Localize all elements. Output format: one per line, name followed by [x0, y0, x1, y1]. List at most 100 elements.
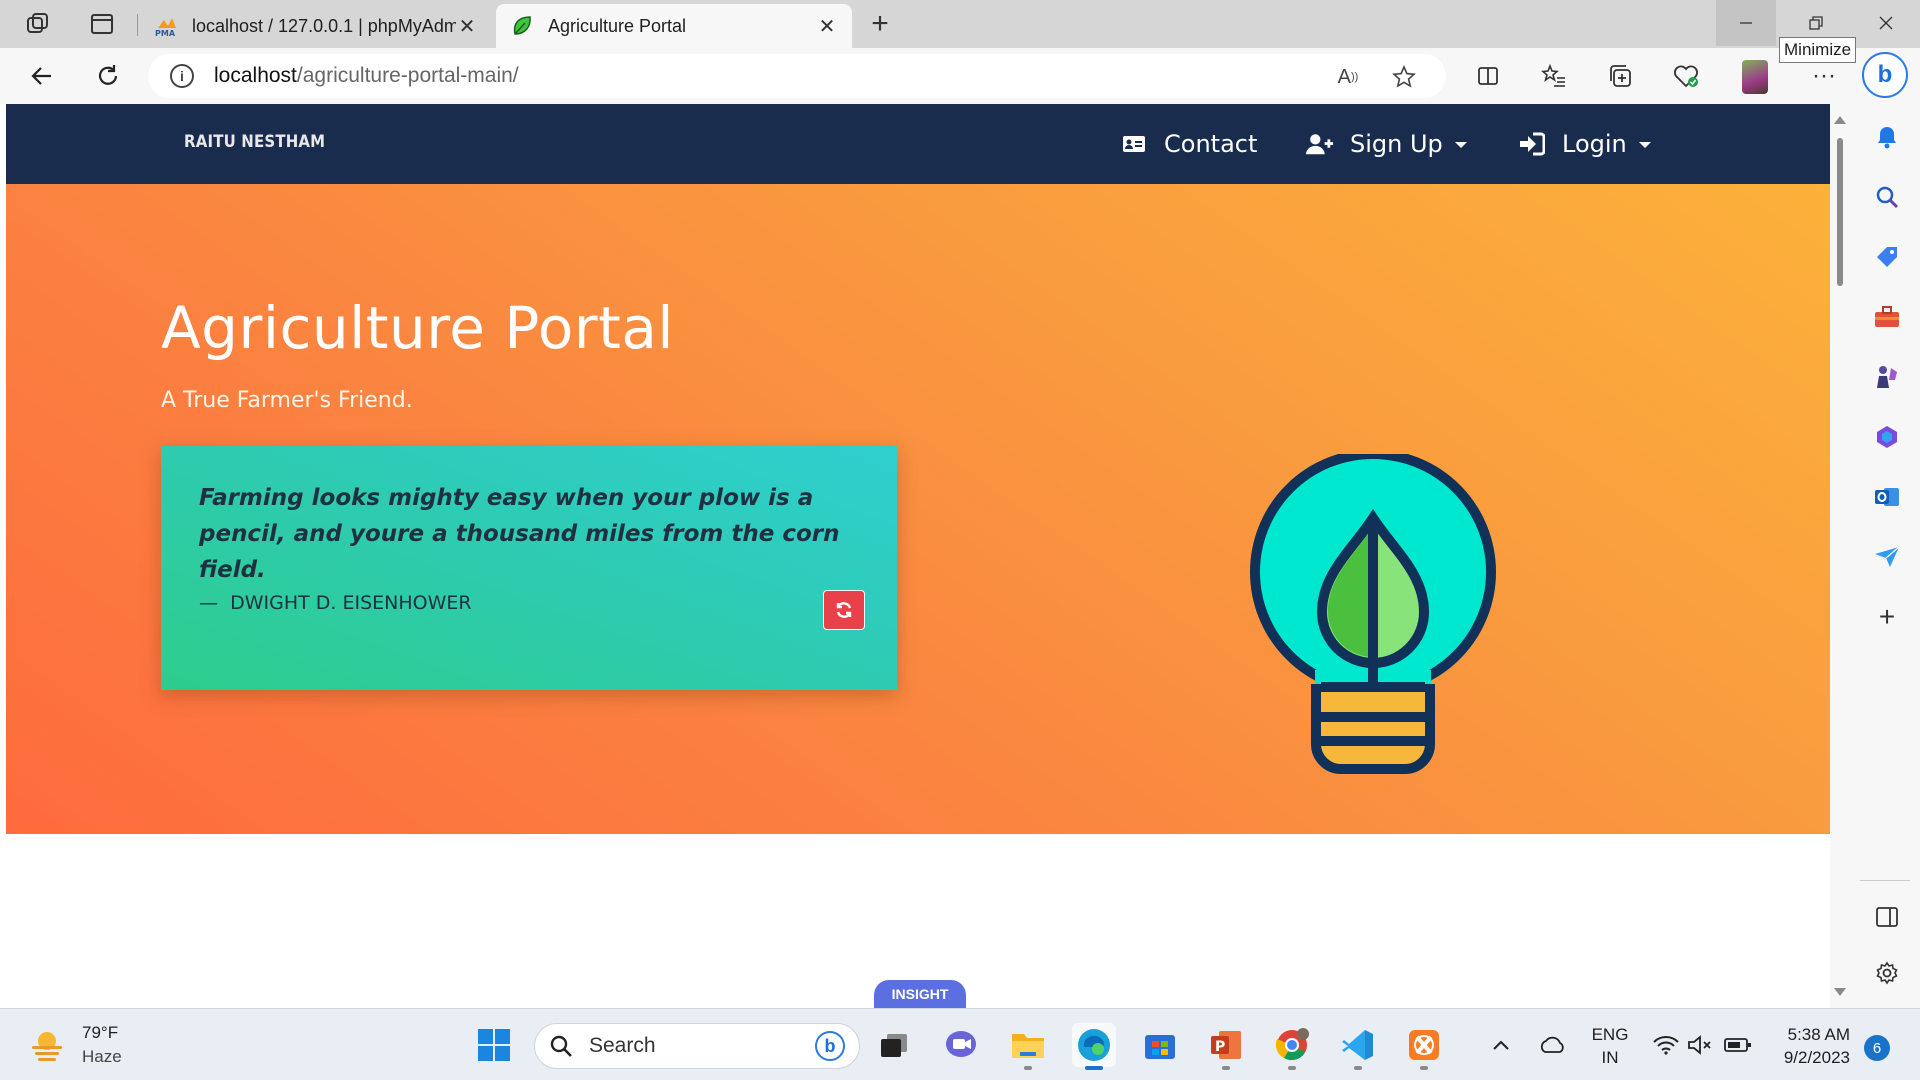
minimize-button[interactable] — [1716, 0, 1776, 46]
close-tab-icon[interactable]: ✕ — [456, 15, 478, 38]
running-indicator — [1354, 1066, 1362, 1070]
lightbulb-leaf-icon — [1250, 454, 1496, 774]
taskbar-search-placeholder: Search — [589, 1034, 656, 1057]
scroll-down-icon[interactable] — [1834, 988, 1846, 996]
nav-login-dropdown[interactable]: Login — [1518, 124, 1651, 164]
site-info-icon[interactable]: i — [170, 64, 194, 88]
show-hidden-icons-chevron-up-icon[interactable] — [1484, 1023, 1518, 1067]
hero-banner: Agriculture Portal A True Farmer's Frien… — [6, 184, 1830, 834]
chevron-down-icon — [1638, 142, 1651, 148]
vscode-icon[interactable] — [1336, 1023, 1380, 1070]
favorites-icon[interactable] — [1534, 58, 1574, 94]
scroll-up-icon[interactable] — [1834, 116, 1846, 124]
read-aloud-icon[interactable]: A)) — [1330, 60, 1366, 94]
favorite-star-icon[interactable] — [1386, 60, 1422, 94]
language-indicator[interactable]: ENG IN — [1586, 1023, 1634, 1069]
new-quote-button[interactable] — [823, 590, 865, 630]
running-indicator — [1288, 1066, 1296, 1070]
send-plane-icon[interactable] — [1872, 542, 1902, 572]
tools-briefcase-icon[interactable] — [1872, 302, 1902, 332]
add-sidebar-app-icon[interactable]: + — [1872, 601, 1902, 632]
weather-condition: Haze — [82, 1047, 122, 1066]
nav-signup-dropdown[interactable]: Sign Up — [1306, 124, 1467, 164]
scroll-thumb[interactable] — [1837, 138, 1843, 286]
onedrive-cloud-icon[interactable] — [1532, 1023, 1572, 1067]
weather-widget[interactable]: 79°F Haze — [28, 1021, 122, 1069]
search-icon[interactable] — [1872, 182, 1902, 212]
contact-card-icon — [1120, 130, 1148, 158]
nav-contact[interactable]: Contact — [1120, 124, 1257, 164]
back-icon[interactable] — [22, 58, 62, 94]
edge-browser-icon[interactable] — [1072, 1023, 1116, 1070]
url-path: /agriculture-portal-main/ — [296, 64, 519, 87]
bell-icon[interactable] — [1872, 122, 1902, 152]
wifi-icon[interactable] — [1646, 1023, 1686, 1067]
tab-separator — [137, 14, 138, 36]
hide-sidebar-icon[interactable] — [1872, 902, 1902, 932]
refresh-icon[interactable] — [88, 58, 128, 94]
microsoft-store-icon[interactable] — [1138, 1023, 1182, 1067]
clock[interactable]: 5:38 AM 9/2/2023 — [1770, 1023, 1850, 1069]
teams-chat-icon[interactable] — [940, 1023, 984, 1067]
phpmyadmin-icon: PMA — [154, 14, 178, 38]
address-bar[interactable]: i localhost/agriculture-portal-main/ A)) — [148, 54, 1446, 98]
outlook-icon[interactable] — [1872, 482, 1902, 512]
tab-agriculture-portal[interactable]: Agriculture Portal ✕ — [496, 4, 852, 48]
site-brand[interactable]: RAITU NESTHAM — [184, 132, 325, 152]
workspaces-icon[interactable] — [18, 8, 58, 40]
battery-icon[interactable] — [1718, 1023, 1758, 1067]
volume-muted-icon[interactable] — [1682, 1023, 1718, 1067]
settings-gear-icon[interactable] — [1872, 958, 1902, 988]
shopping-tag-icon[interactable] — [1872, 242, 1902, 272]
quote-author-name: DWIGHT D. EISENHOWER — [230, 592, 472, 614]
user-plus-icon — [1306, 130, 1334, 158]
tab-title: localhost / 127.0.0.1 | phpMyAdmin — [192, 15, 456, 36]
notification-count-badge[interactable]: 6 — [1864, 1035, 1890, 1061]
browser-toolbar: i localhost/agriculture-portal-main/ A))… — [0, 48, 1920, 104]
task-view-icon[interactable] — [872, 1023, 916, 1067]
running-indicator — [1024, 1066, 1032, 1070]
tab-title: Agriculture Portal — [548, 15, 687, 36]
search-icon — [550, 1035, 572, 1057]
clock-date: 9/2/2023 — [1783, 1048, 1850, 1067]
start-windows-icon[interactable] — [472, 1023, 516, 1067]
games-chess-icon[interactable] — [1872, 362, 1902, 392]
running-indicator — [1222, 1066, 1230, 1070]
close-tab-icon[interactable]: ✕ — [816, 15, 838, 38]
tab-actions-icon[interactable] — [82, 8, 122, 40]
quote-card: Farming looks mighty easy when your plow… — [161, 446, 897, 690]
phpmyadmin-logo-text: PMA — [155, 29, 176, 38]
collections-icon[interactable] — [1600, 58, 1640, 94]
sign-in-icon — [1518, 130, 1546, 158]
taskbar-search-box[interactable]: Search b — [534, 1023, 860, 1069]
powerpoint-icon[interactable]: P — [1204, 1023, 1248, 1070]
close-window-button[interactable] — [1856, 0, 1916, 46]
more-options-icon[interactable]: ··· — [1804, 58, 1844, 94]
language-line1: ENG — [1591, 1025, 1629, 1044]
microsoft-365-icon[interactable] — [1872, 422, 1902, 452]
browser-essentials-icon[interactable] — [1666, 58, 1706, 94]
split-screen-icon[interactable] — [1468, 58, 1508, 94]
new-tab-button[interactable]: + — [862, 7, 898, 40]
clock-time: 5:38 AM — [1787, 1025, 1850, 1044]
bing-copilot-icon[interactable]: b — [1862, 52, 1908, 98]
url-host: localhost — [214, 64, 297, 87]
file-explorer-icon[interactable] — [1006, 1023, 1050, 1070]
nav-login-label: Login — [1562, 130, 1627, 158]
tab-phpmyadmin[interactable]: PMA localhost / 127.0.0.1 | phpMyAdmin ✕ — [140, 4, 492, 48]
page-scrollbar[interactable] — [1830, 104, 1850, 1008]
insight-tab[interactable]: INSIGHT — [874, 980, 966, 1008]
profile-avatar[interactable] — [1742, 60, 1768, 94]
site-navbar: RAITU NESTHAM Contact Sign Up Login — [6, 104, 1830, 184]
hazy-sun-icon — [32, 1032, 62, 1061]
tab-strip: PMA localhost / 127.0.0.1 | phpMyAdmin ✕… — [0, 0, 1920, 48]
chrome-icon[interactable] — [1270, 1023, 1314, 1070]
nav-signup-label: Sign Up — [1350, 130, 1443, 158]
running-indicator — [1420, 1066, 1428, 1070]
windows-taskbar: 79°F Haze Search b P ENG IN 5:38 AM 9/2/… — [0, 1008, 1920, 1080]
svg-text:P: P — [1215, 1039, 1225, 1055]
weather-temperature: 79°F — [82, 1023, 119, 1042]
sidebar-divider — [1860, 880, 1910, 881]
xampp-icon[interactable] — [1402, 1023, 1446, 1070]
leaf-icon — [510, 14, 534, 38]
